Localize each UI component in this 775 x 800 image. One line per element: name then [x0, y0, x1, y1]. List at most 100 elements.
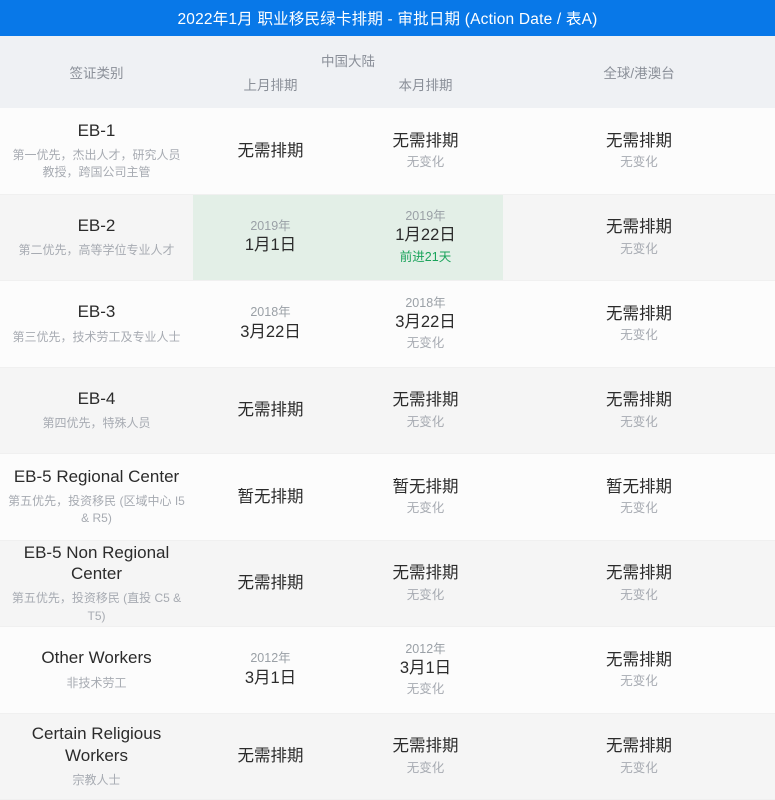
date-change-note: 无变化: [406, 336, 445, 351]
date-value: 1月1日: [244, 236, 297, 255]
visa-category-name: Other Workers: [41, 648, 152, 668]
page-title: 2022年1月 职业移民绿卡排期 - 审批日期 (Action Date / 表…: [177, 11, 598, 28]
date-value: 暂无排期: [392, 477, 459, 496]
date-value: 无需排期: [606, 564, 672, 583]
cell-visa-category: EB-3 第三优先，技术劳工及专业人士: [0, 281, 193, 367]
date-year: 2012年: [405, 641, 446, 656]
date-change-note: 无变化: [406, 587, 445, 602]
visa-category-name: EB-1: [77, 120, 116, 140]
cell-visa-category: Certain Religious Workers 宗教人士: [0, 714, 193, 800]
visa-category-name: EB-4: [77, 388, 116, 408]
cell-prev-month-date: 无需排期: [193, 368, 348, 454]
cell-visa-category: EB-4 第四优先，特殊人员: [0, 368, 193, 454]
date-value: 无需排期: [606, 304, 672, 323]
visa-category-description: 第三优先，技术劳工及专业人士: [12, 329, 181, 344]
date-change-note: 无变化: [406, 414, 445, 429]
column-header-visa-category-label: 签证类别: [69, 66, 124, 81]
column-header-global: 全球/港澳台: [503, 36, 775, 108]
visa-category-description: 第五优先，投资移民 (直投 C5 & T5): [11, 591, 182, 623]
date-value: 3月22日: [395, 312, 456, 331]
cell-cur-month-date: 无需排期 无变化: [348, 368, 503, 454]
visa-bulletin-table: 2022年1月 职业移民绿卡排期 - 审批日期 (Action Date / 表…: [0, 0, 775, 800]
visa-category-description: 非技术劳工: [66, 675, 127, 690]
date-value: 1月22日: [395, 226, 456, 245]
visa-category-description: 宗教人士: [72, 772, 121, 787]
date-change-note: 前进21天: [399, 249, 452, 264]
date-year: 2019年: [405, 209, 446, 224]
table-row: EB-2 第二优先，高等学位专业人才 2019年 1月1日 2019年 1月22日前进21…: [0, 194, 775, 281]
visa-category-description: 第五优先，投资移民 (区域中心 I5 & R5): [8, 493, 185, 526]
cell-prev-month-date: 2012年 3月1日: [193, 627, 348, 713]
table-row: EB-3 第三优先，技术劳工及专业人士 2018年 3月22日 2018年 3月22日 无变…: [0, 281, 775, 368]
cell-prev-month-date: 2019年 1月1日: [193, 194, 348, 280]
date-change-note: 无变化: [620, 241, 658, 256]
date-value: 3月1日: [244, 668, 297, 687]
cell-cur-month-date: 无需排期 无变化: [348, 714, 503, 800]
visa-category-name: Certain Religious Workers: [31, 724, 162, 765]
cell-global-date: 无需排期 无变化: [503, 195, 775, 281]
date-value: 无需排期: [392, 391, 459, 410]
cell-prev-month-date: 2018年 3月22日: [193, 281, 348, 367]
date-value: 暂无排期: [606, 477, 672, 496]
table-row: Other Workers 非技术劳工 2012年 3月1日 2012年 3月1日 无变化无…: [0, 627, 775, 714]
date-value: 无需排期: [606, 650, 672, 669]
cell-visa-category: EB-2 第二优先，高等学位专业人才: [0, 195, 193, 281]
date-change-note: 无变化: [620, 414, 658, 429]
table-row: Certain Religious Workers 宗教人士 无需排期 无需排期 无变化…: [0, 713, 775, 800]
cell-visa-category: EB-1 第一优先，杰出人才，研究人员 教授，跨国公司主管: [0, 108, 193, 194]
cell-visa-category: EB-5 Regional Center 第五优先，投资移民 (区域中心 I5 &…: [0, 454, 193, 540]
date-change-note: 无变化: [620, 760, 658, 775]
cell-cur-month-date: 2019年 1月22日前进21天: [348, 194, 503, 280]
cell-prev-month-date: 无需排期: [193, 108, 348, 194]
visa-category-name: EB-5 Non Regional Center: [23, 542, 170, 583]
date-value: 3月22日: [240, 322, 301, 341]
date-value: 无需排期: [237, 574, 304, 593]
column-header-cur-month: 本月排期: [348, 36, 503, 108]
column-header-visa-category: 签证类别: [0, 36, 193, 108]
cell-prev-month-date: 无需排期: [193, 541, 348, 627]
column-group-china-mainland-label: 中国大陆: [321, 54, 375, 69]
date-value: 3月1日: [399, 658, 452, 677]
date-year: 2018年: [405, 295, 446, 310]
visa-category-name: EB-3: [77, 302, 116, 322]
cell-prev-month-date: 无需排期: [193, 714, 348, 800]
date-value: 无需排期: [392, 131, 459, 150]
column-header-row: 签证类别 上月排期 本月排期 全球/港澳台 中国大陆: [0, 36, 775, 108]
date-value: 无需排期: [392, 737, 459, 756]
column-header-cur-month-label: 本月排期: [398, 78, 453, 93]
date-change-note: 无变化: [620, 587, 658, 602]
table-row: EB-5 Non Regional Center 第五优先，投资移民 (直投 C5…: [0, 540, 775, 627]
date-year: 2019年: [250, 218, 291, 233]
date-change-note: 无变化: [620, 155, 658, 170]
table-row: EB-1 第一优先，杰出人才，研究人员 教授，跨国公司主管 无需排期 无需排期 无变化 无需…: [0, 108, 775, 195]
column-header-global-label: 全球/港澳台: [603, 66, 675, 81]
date-value: 无需排期: [606, 131, 672, 150]
date-value: 无需排期: [237, 141, 304, 160]
visa-category-name: EB-2: [77, 215, 116, 235]
date-value: 无需排期: [392, 564, 459, 583]
date-change-note: 无变化: [620, 501, 658, 516]
date-value: 无需排期: [606, 737, 672, 756]
date-value: 无需排期: [606, 391, 672, 410]
date-value: 暂无排期: [237, 487, 304, 506]
date-change-note: 无变化: [406, 501, 445, 516]
cell-global-date: 无需排期 无变化: [503, 714, 775, 800]
cell-prev-month-date: 暂无排期: [193, 454, 348, 540]
cell-global-date: 暂无排期 无变化: [503, 454, 775, 540]
cell-cur-month-date: 2018年 3月22日无变化: [348, 281, 503, 367]
date-change-note: 无变化: [620, 328, 658, 343]
table-row: EB-5 Regional Center 第五优先，投资移民 (区域中心 I5 &…: [0, 454, 775, 541]
date-value: 无需排期: [606, 218, 672, 237]
cell-visa-category: Other Workers 非技术劳工: [0, 627, 193, 713]
cell-global-date: 无需排期 无变化: [503, 281, 775, 367]
cell-cur-month-date: 无需排期 无变化: [348, 108, 503, 194]
visa-category-description: 第一优先，杰出人才，研究人员 教授，跨国公司主管: [12, 147, 181, 180]
visa-category-description: 第四优先，特殊人员: [42, 416, 151, 431]
date-change-note: 无变化: [406, 155, 445, 170]
cell-visa-category: EB-5 Non Regional Center 第五优先，投资移民 (直投 C5…: [0, 541, 193, 627]
table-body: EB-1 第一优先，杰出人才，研究人员 教授，跨国公司主管 无需排期 无需排期 无变化 无需…: [0, 108, 775, 800]
cell-global-date: 无需排期 无变化: [503, 368, 775, 454]
cell-global-date: 无需排期 无变化: [503, 627, 775, 713]
date-change-note: 无变化: [620, 674, 658, 689]
date-change-note: 无变化: [406, 682, 445, 697]
